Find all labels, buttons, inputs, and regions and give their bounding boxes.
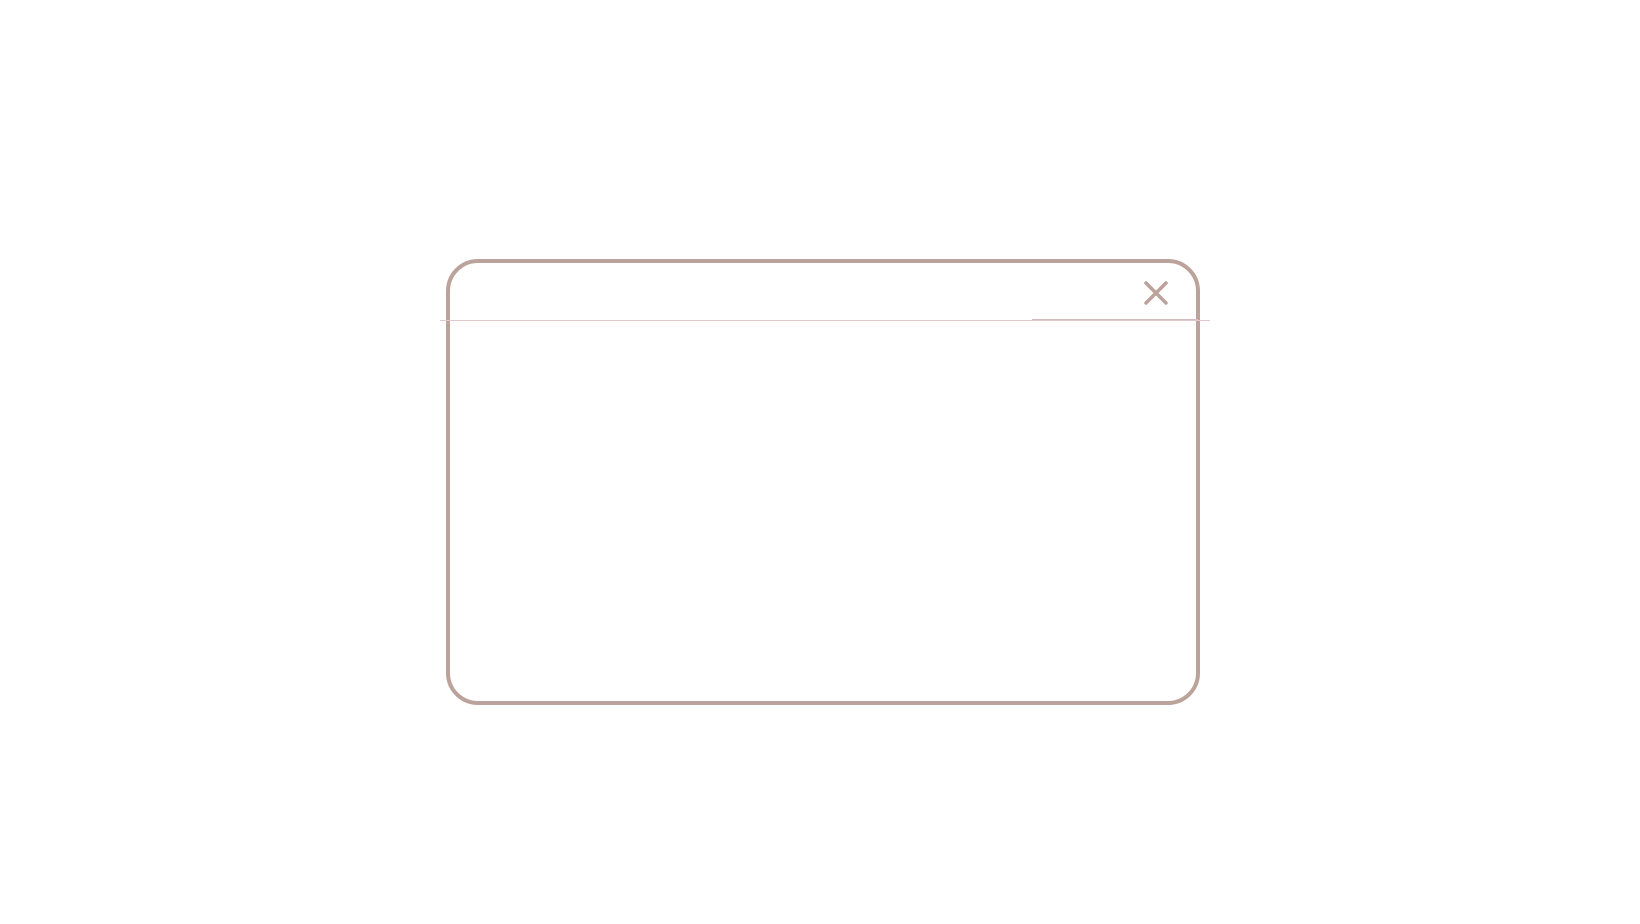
dialog-window [446, 259, 1200, 705]
titlebar-divider [440, 320, 1210, 321]
dialog-body [450, 325, 1196, 701]
dialog-titlebar [450, 263, 1196, 321]
close-button[interactable] [1140, 277, 1172, 309]
titlebar-divider-accent [1032, 319, 1198, 320]
screen-background [0, 0, 1640, 924]
close-icon [1144, 281, 1168, 305]
